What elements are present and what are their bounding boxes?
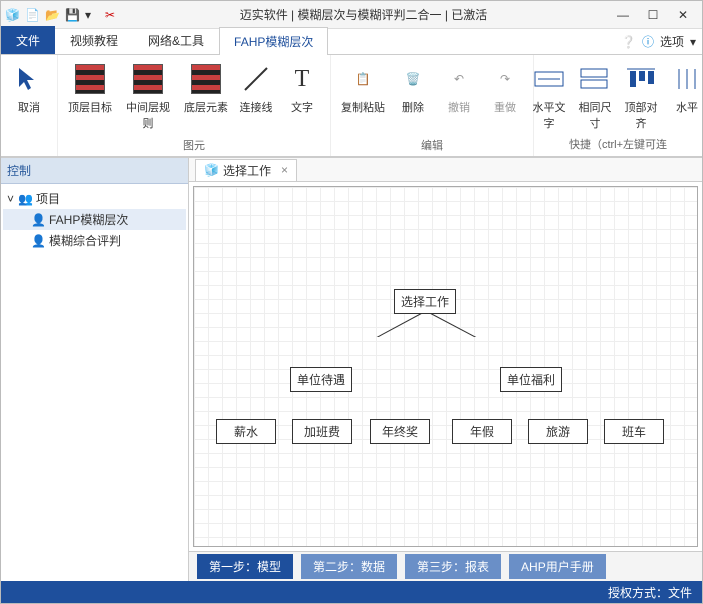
node-l2-5[interactable]: 班车 [604, 419, 664, 444]
node-l2-2[interactable]: 年终奖 [370, 419, 430, 444]
tab-close-icon[interactable]: × [281, 163, 288, 177]
halign-icon [669, 61, 702, 97]
step-report-button[interactable]: 第三步：报表 [405, 554, 501, 579]
copy-paste-button[interactable]: 📋复制粘贴 [339, 59, 387, 117]
same-size-button[interactable]: 相同尺寸 [575, 59, 615, 133]
top-goal-button[interactable]: 顶层目标 [66, 59, 114, 117]
close-button[interactable]: ✕ [668, 3, 698, 27]
top-align-icon [623, 61, 659, 97]
same-size-icon [577, 61, 613, 97]
cube-icon: 🧊 [204, 163, 219, 177]
cancel-button[interactable]: 取消 [9, 59, 49, 117]
undo-button[interactable]: ↶撤销 [439, 59, 479, 117]
document-tab[interactable]: 🧊 选择工作 × [195, 159, 297, 181]
tab-file[interactable]: 文件 [1, 26, 55, 54]
undo-icon: ↶ [441, 61, 477, 97]
new-icon[interactable]: 📄 [25, 8, 39, 22]
arrow-cursor-icon [11, 61, 47, 97]
expand-icon[interactable]: ˅ [7, 192, 14, 206]
step-manual-button[interactable]: AHP用户手册 [509, 554, 606, 579]
group-icon: 👥 [18, 192, 32, 206]
redo-button[interactable]: ↷重做 [485, 59, 525, 117]
tab-video-tutorial[interactable]: 视频教程 [55, 26, 133, 54]
status-license: 授权方式：文件 [608, 584, 692, 601]
node-l2-1[interactable]: 加班费 [292, 419, 352, 444]
htext-icon [531, 61, 567, 97]
horizontal-text-button[interactable]: 水平文字 [529, 59, 569, 133]
line-icon [238, 61, 274, 97]
maximize-button[interactable]: ☐ [638, 3, 668, 27]
diagram-edges [194, 187, 494, 337]
tree-item-label: FAHP模糊层次 [49, 211, 128, 228]
info-icon[interactable]: ⓘ [642, 33, 654, 50]
text-icon: T [284, 61, 320, 97]
node-l1-1[interactable]: 单位福利 [500, 367, 562, 392]
document-tab-label: 选择工作 [223, 162, 271, 179]
node-root[interactable]: 选择工作 [394, 289, 456, 314]
stripes-icon [75, 64, 105, 94]
horizontal-align-button[interactable]: 水平 [667, 59, 702, 117]
sidebar-header: 控制 [1, 158, 188, 184]
group-edit-label: 编辑 [421, 136, 443, 154]
shortcut-note: 快捷（ctrl+左键可连 [565, 134, 671, 154]
trash-icon: 🗑️ [395, 61, 431, 97]
top-align-button[interactable]: 顶部对齐 [621, 59, 661, 133]
save-icon[interactable]: 💾 [65, 8, 79, 22]
person-icon: 👤 [31, 213, 45, 227]
connector-button[interactable]: 连接线 [236, 59, 276, 117]
window-title: 迈实软件 | 模糊层次与模糊评判二合一 | 已激活 [119, 6, 608, 23]
tools-icon[interactable]: ✂ [105, 8, 119, 22]
text-button[interactable]: T文字 [282, 59, 322, 117]
step-data-button[interactable]: 第二步：数据 [301, 554, 397, 579]
bot-elem-button[interactable]: 底层元素 [182, 59, 230, 117]
group-elements-label: 图元 [183, 136, 205, 154]
mid-rule-button[interactable]: 中间层规则 [120, 59, 176, 133]
node-l2-4[interactable]: 旅游 [528, 419, 588, 444]
tree-item-fuzzy-eval[interactable]: 👤 模糊综合评判 [3, 230, 186, 251]
options-dropdown-icon[interactable]: ▾ [690, 35, 696, 49]
diagram-canvas[interactable]: 选择工作 单位待遇 单位福利 薪水 加班费 年终奖 年假 旅游 班车 [194, 187, 697, 546]
redo-icon: ↷ [487, 61, 523, 97]
tab-fahp[interactable]: FAHP模糊层次 [219, 27, 328, 55]
help-icon[interactable]: ❔ [621, 35, 636, 49]
node-l2-0[interactable]: 薪水 [216, 419, 276, 444]
app-icon: 🧊 [5, 8, 19, 22]
node-l1-0[interactable]: 单位待遇 [290, 367, 352, 392]
tree-root[interactable]: ˅ 👥 项目 [3, 188, 186, 209]
tree-item-label: 模糊综合评判 [49, 232, 121, 249]
options-label[interactable]: 选项 [660, 33, 684, 50]
clipboard-icon: 📋 [345, 61, 381, 97]
step-model-button[interactable]: 第一步：模型 [197, 554, 293, 579]
stripes-icon [191, 64, 221, 94]
person-icon: 👤 [31, 234, 45, 248]
dropdown-icon[interactable]: ▾ [85, 8, 99, 22]
minimize-button[interactable]: — [608, 3, 638, 27]
tab-network-tools[interactable]: 网络&工具 [133, 26, 219, 54]
tree-root-label: 项目 [36, 190, 60, 207]
delete-button[interactable]: 🗑️删除 [393, 59, 433, 117]
node-l2-3[interactable]: 年假 [452, 419, 512, 444]
tree-item-fahp[interactable]: 👤 FAHP模糊层次 [3, 209, 186, 230]
stripes-icon [133, 64, 163, 94]
open-icon[interactable]: 📂 [45, 8, 59, 22]
